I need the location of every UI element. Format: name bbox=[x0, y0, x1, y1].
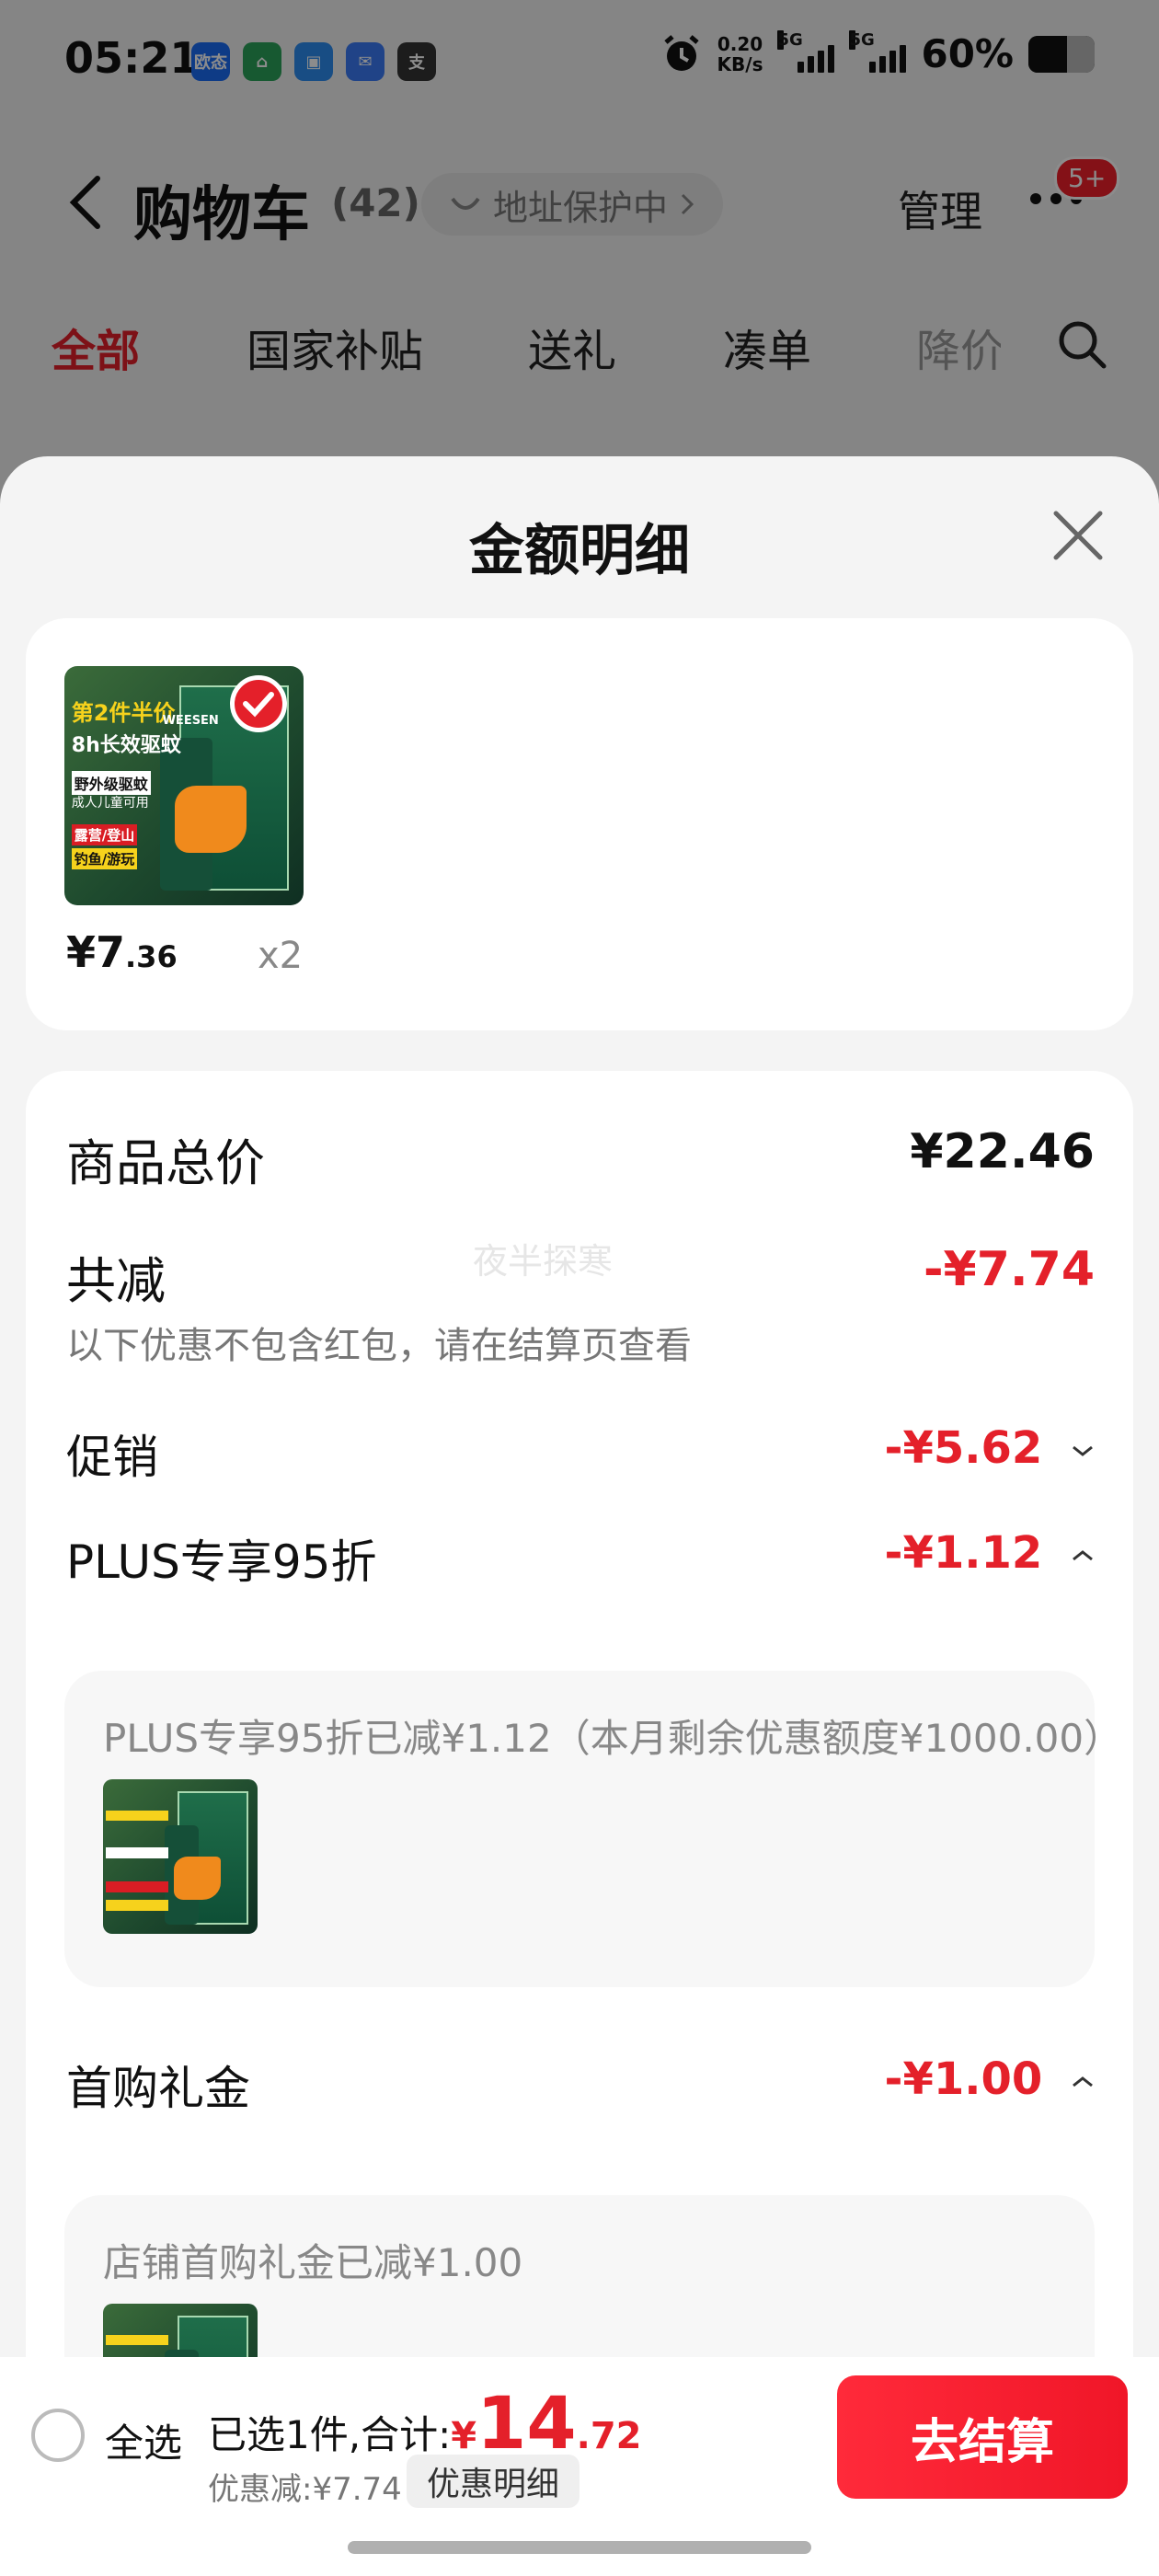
selected-text: 已选1件,合计: bbox=[208, 2412, 452, 2457]
amount-detail-sheet: 金额明细 第2件半价 8h长效驱蚊 野外级驱蚊 成人儿童可用 露营/登山 钓鱼/… bbox=[0, 456, 1159, 2576]
select-all-label[interactable]: 全选 bbox=[105, 2412, 182, 2468]
total-line: 已选1件,合计:¥14.72 bbox=[208, 2383, 641, 2466]
promo-scene-text-1: 露营/登山 bbox=[71, 823, 138, 845]
sheet-title: 金额明细 bbox=[469, 519, 690, 583]
promo-badge-text: 第2件半价 bbox=[71, 700, 176, 727]
close-icon[interactable] bbox=[1049, 506, 1107, 565]
reduce-value: -¥7.74 bbox=[923, 1242, 1095, 1297]
checkout-bar: 全选 已选1件,合计:¥14.72 优惠减:¥7.74 优惠明细 去结算 bbox=[0, 2357, 1159, 2576]
total-currency: ¥ bbox=[451, 2415, 477, 2457]
product-price-int: ¥7 bbox=[66, 927, 126, 977]
first-buy-value: -¥1.00 bbox=[884, 2053, 1043, 2105]
chevron-up-icon bbox=[1073, 1550, 1093, 1561]
watermark-text: 夜半探寒 bbox=[473, 1241, 614, 1282]
brand-text: WEESEN bbox=[162, 714, 219, 728]
promo-value: -¥5.62 bbox=[884, 1422, 1043, 1474]
total-int: 14 bbox=[476, 2383, 577, 2466]
select-all-radio[interactable] bbox=[31, 2409, 85, 2462]
discount-detail-button[interactable]: 优惠明细 bbox=[407, 2455, 580, 2508]
plus-row[interactable]: -¥1.12 bbox=[885, 1527, 1095, 1579]
total-dec: .72 bbox=[576, 2415, 642, 2457]
plus-value: -¥1.12 bbox=[884, 1527, 1043, 1579]
total-price-label: 商品总价 bbox=[66, 1134, 265, 1192]
promo-row[interactable]: -¥5.62 bbox=[885, 1422, 1095, 1474]
plus-product-thumb bbox=[103, 1779, 258, 1934]
promo-duration-text: 8h长效驱蚊 bbox=[71, 733, 181, 757]
promo-audience-text: 成人儿童可用 bbox=[71, 795, 149, 811]
checkout-button[interactable]: 去结算 bbox=[837, 2375, 1128, 2499]
first-buy-detail-text: 店铺首购礼金已减¥1.00 bbox=[103, 2240, 523, 2285]
promo-scene-text-2: 钓鱼/游玩 bbox=[71, 847, 138, 869]
total-price-value: ¥22.46 bbox=[910, 1124, 1095, 1179]
product-quantity: x2 bbox=[258, 935, 304, 977]
plus-detail-text: PLUS专享95折已减¥1.12（本月剩余优惠额度¥1000.00） bbox=[103, 1716, 1123, 1761]
promo-feature-text: 野外级驱蚊 bbox=[71, 771, 151, 796]
plus-detail-box: PLUS专享95折已减¥1.12（本月剩余优惠额度¥1000.00） bbox=[64, 1671, 1122, 1987]
check-badge-icon bbox=[230, 675, 287, 732]
saved-amount: 优惠减:¥7.74 bbox=[208, 2471, 402, 2508]
home-indicator[interactable] bbox=[348, 2541, 811, 2554]
first-buy-row[interactable]: -¥1.00 bbox=[885, 2053, 1095, 2105]
plus-label: PLUS专享95折 bbox=[66, 1535, 377, 1589]
reduce-label: 共减 bbox=[66, 1252, 166, 1310]
chevron-down-icon bbox=[1073, 1445, 1093, 1456]
product-card: 第2件半价 8h长效驱蚊 野外级驱蚊 成人儿童可用 露营/登山 钓鱼/游玩 WE… bbox=[26, 618, 1133, 1030]
product-price-dec: .36 bbox=[125, 939, 178, 974]
promo-label: 促销 bbox=[66, 1431, 158, 1484]
chevron-up-icon bbox=[1073, 2076, 1093, 2087]
product-price: ¥7.36 bbox=[66, 927, 178, 977]
price-breakdown-card: 商品总价 ¥22.46 共减 夜半探寒 -¥7.74 以下优惠不包含红包，请在结… bbox=[26, 1071, 1133, 2576]
reduce-note: 以下优惠不包含红包，请在结算页查看 bbox=[66, 1325, 692, 1367]
first-buy-label: 首购礼金 bbox=[66, 2062, 250, 2115]
